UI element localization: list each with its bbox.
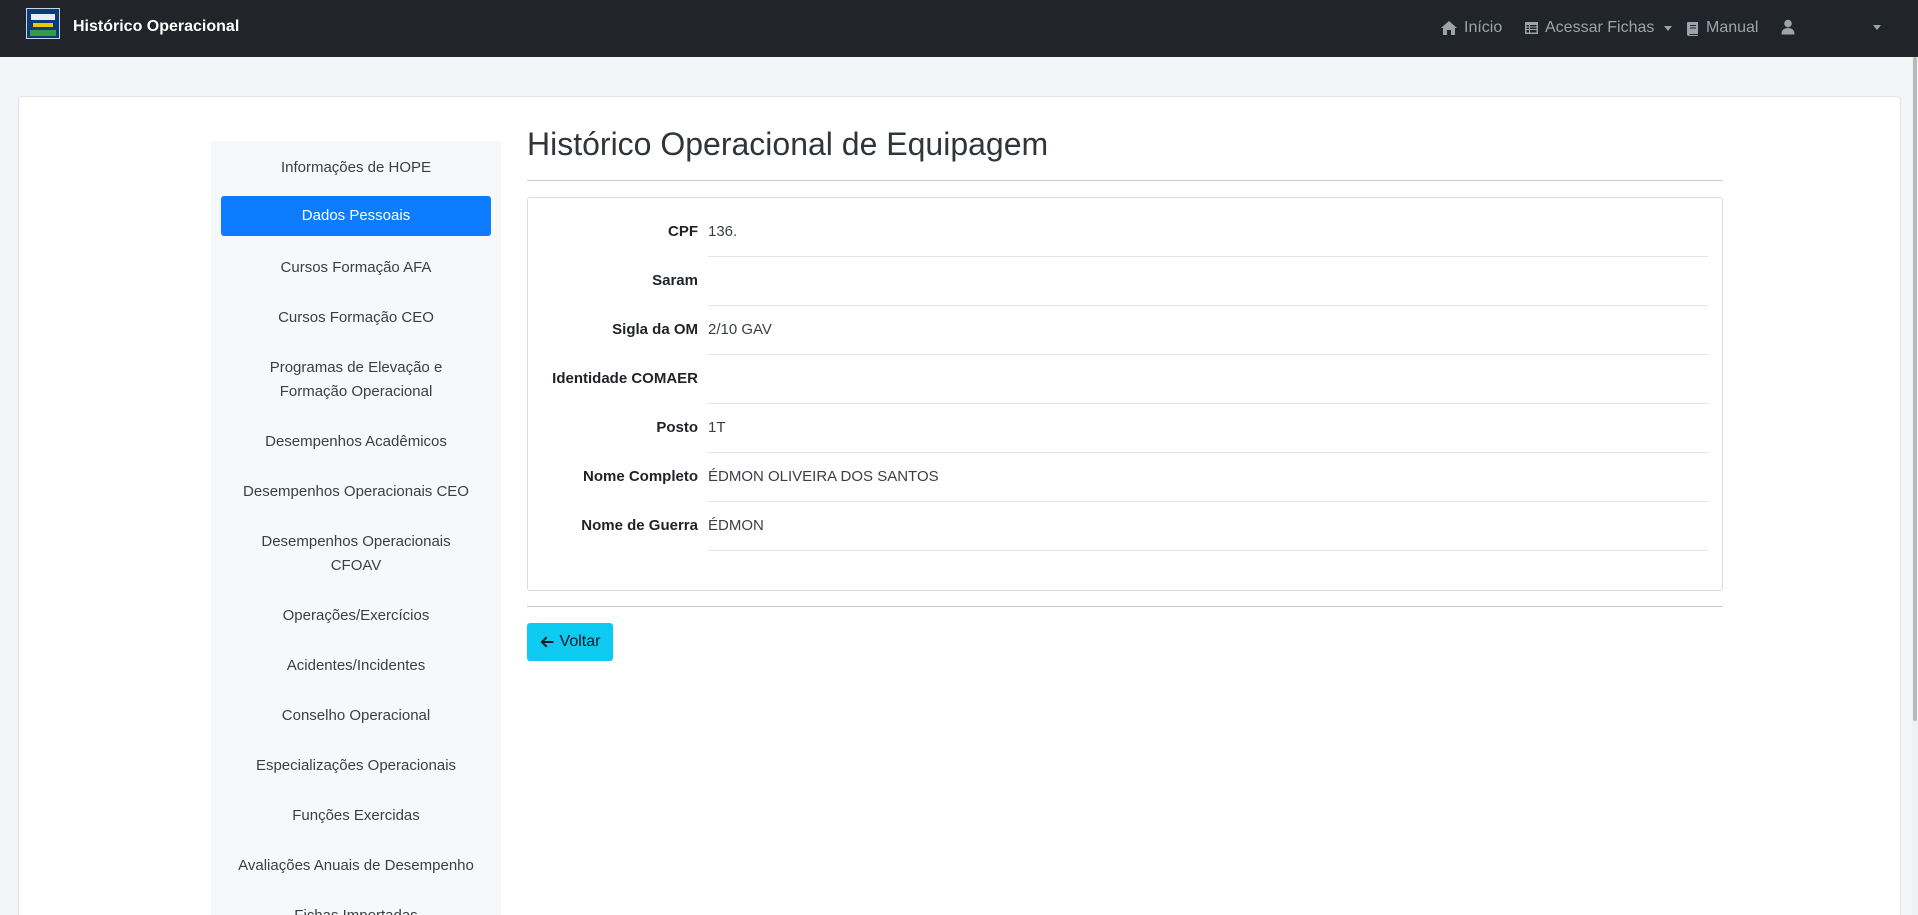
divider bbox=[527, 606, 1723, 607]
field-label: CPF bbox=[668, 223, 698, 240]
nav-inicio-label: Início bbox=[1464, 19, 1503, 36]
page-title: Histórico Operacional de Equipagem bbox=[527, 126, 1049, 162]
sidebar-item-desempenhos-academicos[interactable]: Desempenhos Acadêmicos bbox=[221, 430, 491, 454]
field-row-nome-guerra: Nome de Guerra ÉDMON bbox=[528, 502, 1724, 551]
sidebar-item-cursos-afa[interactable]: Cursos Formação AFA bbox=[221, 256, 491, 280]
field-value: ÉDMON OLIVEIRA DOS SANTOS bbox=[708, 468, 939, 485]
sidebar-item-operacoes-exercicios[interactable]: Operações/Exercícios bbox=[221, 604, 491, 628]
nav-manual[interactable]: Manual bbox=[1686, 19, 1758, 37]
sidebar-item-cursos-ceo[interactable]: Cursos Formação CEO bbox=[221, 306, 491, 330]
nav-acessar-fichas[interactable]: Acessar Fichas bbox=[1524, 19, 1673, 37]
chevron-down-icon bbox=[1664, 25, 1673, 31]
field-label: Nome de Guerra bbox=[581, 517, 698, 534]
personal-data-panel: CPF 136. Saram Sigla da OM 2/10 GAV Iden… bbox=[527, 197, 1723, 591]
nav-user-menu[interactable] bbox=[1781, 19, 1795, 35]
field-value: 1T bbox=[708, 419, 726, 436]
sidebar-item-acidentes-incidentes[interactable]: Acidentes/Incidentes bbox=[221, 654, 491, 678]
sidebar-nav: Informações de HOPE Dados Pessoais Curso… bbox=[211, 141, 501, 915]
sidebar-item-fichas-importadas[interactable]: Fichas Importadas bbox=[221, 904, 491, 915]
sidebar-item-programas-elevacao[interactable]: Programas de Elevação e Formação Operaci… bbox=[221, 356, 491, 404]
back-button[interactable]: Voltar bbox=[527, 623, 613, 661]
sidebar-item-especializacoes[interactable]: Especializações Operacionais bbox=[221, 754, 491, 778]
field-label: Posto bbox=[656, 419, 698, 436]
field-label: Identidade COMAER bbox=[552, 370, 698, 387]
brand-logo[interactable] bbox=[26, 8, 60, 39]
user-menu-toggle[interactable] bbox=[1873, 25, 1881, 30]
field-label: Saram bbox=[652, 272, 698, 289]
sidebar-item-dados-pessoais[interactable]: Dados Pessoais bbox=[221, 196, 491, 236]
sidebar-item-desempenhos-ceo[interactable]: Desempenhos Operacionais CEO bbox=[221, 480, 491, 504]
divider bbox=[527, 180, 1723, 181]
field-label: Nome Completo bbox=[582, 468, 698, 485]
field-row-nome-completo: Nome Completo ÉDMON OLIVEIRA DOS SANTOS bbox=[528, 453, 1724, 502]
chevron-down-icon bbox=[1873, 25, 1881, 30]
field-row-cpf: CPF 136. bbox=[528, 208, 1724, 257]
home-icon bbox=[1441, 21, 1457, 35]
nav-manual-label: Manual bbox=[1706, 19, 1759, 36]
nav-inicio[interactable]: Início bbox=[1440, 19, 1502, 37]
field-value: 2/10 GAV bbox=[708, 321, 772, 338]
book-icon bbox=[1687, 21, 1698, 36]
sidebar-item-desempenhos-cfoav[interactable]: Desempenhos Operacionais CFOAV bbox=[221, 530, 491, 578]
nav-acessar-fichas-label: Acessar Fichas bbox=[1545, 19, 1655, 36]
field-value: ÉDMON bbox=[708, 517, 764, 534]
field-row-identidade-comaer: Identidade COMAER bbox=[528, 355, 1724, 404]
brand-title[interactable]: Histórico Operacional bbox=[73, 18, 239, 36]
user-icon bbox=[1781, 19, 1795, 35]
field-row-posto: Posto 1T bbox=[528, 404, 1724, 453]
field-row-saram: Saram bbox=[528, 257, 1724, 306]
sidebar-item-conselho-operacional[interactable]: Conselho Operacional bbox=[221, 704, 491, 728]
field-value: 136. bbox=[708, 223, 738, 240]
sidebar-item-informacoes-hope[interactable]: Informações de HOPE bbox=[221, 156, 491, 180]
arrow-left-icon bbox=[540, 636, 554, 648]
top-navbar: Histórico Operacional Início Acessar Fic… bbox=[0, 0, 1918, 57]
sidebar-item-avaliacoes-anuais[interactable]: Avaliações Anuais de Desempenho bbox=[221, 854, 491, 878]
back-button-label: Voltar bbox=[559, 633, 601, 650]
scrollbar-thumb[interactable] bbox=[1913, 57, 1917, 721]
field-label: Sigla da OM bbox=[612, 321, 698, 338]
field-row-sigla-om: Sigla da OM 2/10 GAV bbox=[528, 306, 1724, 355]
sidebar-item-funcoes-exercidas[interactable]: Funções Exercidas bbox=[221, 804, 491, 828]
table-icon bbox=[1525, 22, 1538, 34]
